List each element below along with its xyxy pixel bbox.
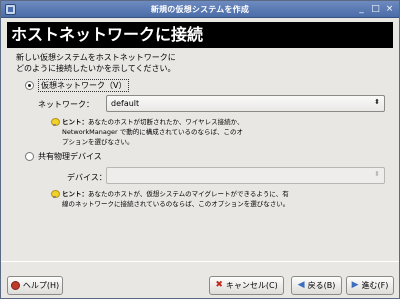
hint-line-1: あなたのホストが切断されたか、ワイヤレス接続か、 [88, 118, 244, 126]
network-select[interactable]: default ⬍ [106, 95, 385, 112]
help-button[interactable]: ヘルプ(H) [7, 276, 63, 295]
lightbulb-icon [51, 190, 60, 198]
radio-shared-device-label[interactable]: 共有物理デバイス [38, 151, 102, 162]
help-button-label: ヘルプ(H) [22, 281, 60, 290]
device-select[interactable]: ⬍ [106, 167, 385, 184]
forward-button[interactable]: ▶ 進む(F) [346, 276, 394, 295]
network-select-value: default [111, 99, 140, 108]
window-title: 新規の仮想システムを作成 [150, 5, 250, 14]
hint-line-3: プションを選びなさい。 [62, 138, 134, 146]
close-button[interactable]: × [384, 4, 395, 15]
network-label: ネットワーク： [38, 100, 94, 109]
cancel-button-label: キャンセル(C) [225, 281, 278, 290]
hint-line-2: 線のネットワークに接続されているのならば、このオプションを選びなさい。 [62, 200, 290, 208]
radio-virtual-network[interactable]: 仮想ネットワーク（V） [25, 79, 130, 92]
radio-shared-device[interactable]: 共有物理デバイス [25, 151, 102, 162]
hint-line-1: あなたのホストが、仮想システムのマイグレートができるように、有 [88, 190, 289, 198]
forward-button-label: 進む(F) [361, 281, 389, 290]
button-separator [1, 261, 399, 262]
hint-title: ヒント： [62, 118, 88, 126]
device-label: デバイス： [67, 173, 107, 182]
hint-line-2: NetworkManager で動的に構成されているのならば、このオ [62, 128, 244, 136]
dialog-window: 新規の仮想システムを作成 _ □ × ホストネットワークに接続 新しい仮想システ… [0, 0, 400, 299]
hint-title: ヒント： [62, 190, 88, 198]
back-button-label: 戻る(B) [307, 281, 336, 290]
intro-line-2: どのように接続したいかを示してください。 [16, 64, 176, 73]
dropdown-arrow-icon: ⬍ [374, 170, 380, 178]
intro-line-1: 新しい仮想システムをホストネットワークに [16, 53, 176, 62]
cancel-icon: ✖ [215, 280, 223, 290]
help-icon [10, 281, 20, 290]
back-button[interactable]: ◀ 戻る(B) [291, 276, 342, 295]
back-arrow-icon: ◀ [297, 280, 305, 290]
page-banner: ホストネットワークに接続 [7, 22, 393, 48]
shared-device-hint: ヒント：あなたのホストが、仮想システムのマイグレートができるように、有 線のネッ… [51, 189, 289, 209]
lightbulb-icon [51, 118, 60, 126]
forward-arrow-icon: ▶ [351, 280, 359, 290]
cancel-button[interactable]: ✖ キャンセル(C) [209, 276, 284, 295]
page-title: ホストネットワークに接続 [11, 25, 204, 44]
radio-virtual-network-button[interactable] [25, 81, 34, 90]
dropdown-arrow-icon: ⬍ [374, 98, 380, 106]
radio-shared-device-button[interactable] [25, 152, 34, 161]
radio-virtual-network-label[interactable]: 仮想ネットワーク（V） [38, 79, 130, 92]
minimize-button[interactable]: _ [356, 4, 367, 15]
title-bar[interactable]: 新規の仮想システムを作成 _ □ × [1, 1, 399, 18]
maximize-button[interactable]: □ [370, 4, 381, 15]
virtual-network-hint: ヒント：あなたのホストが切断されたか、ワイヤレス接続か、 NetworkMana… [51, 117, 244, 147]
intro-text: 新しい仮想システムをホストネットワークに どのように接続したいかを示してください… [16, 52, 386, 74]
